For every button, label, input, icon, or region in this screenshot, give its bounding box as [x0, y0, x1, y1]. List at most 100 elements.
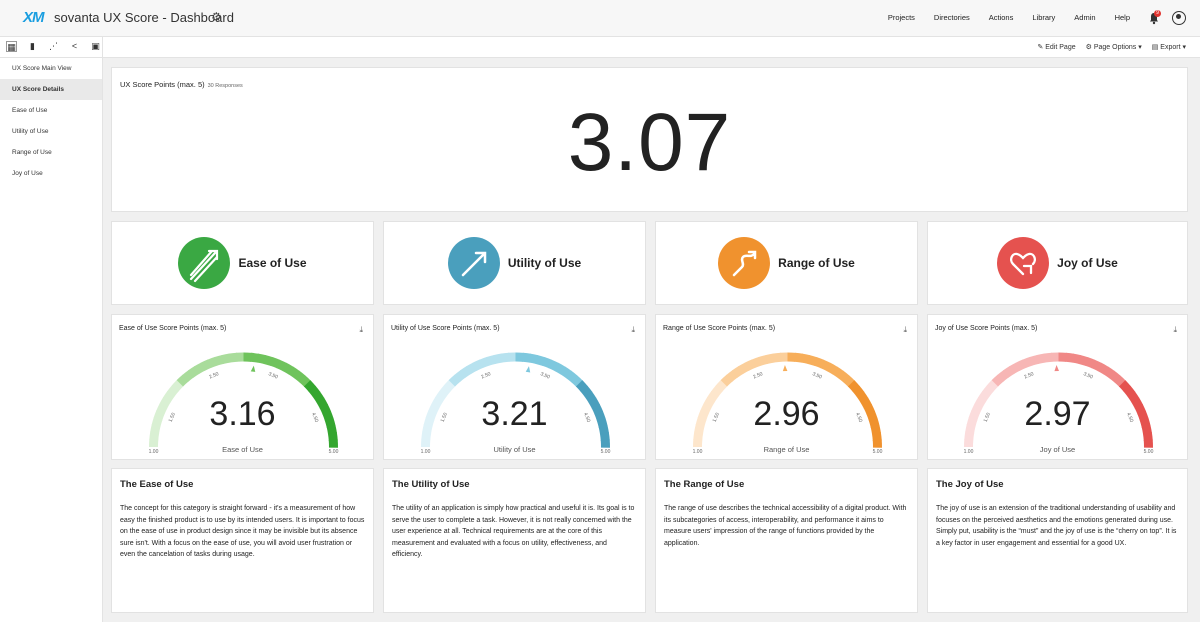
gauge-label: Ease of Use — [222, 445, 263, 454]
edit-page-button[interactable]: ✎ Edit Page — [1037, 43, 1075, 51]
gauge-tick-label: 3.50 — [267, 371, 278, 380]
app-logo[interactable]: XM — [23, 9, 44, 26]
gauge-arc-segment — [991, 374, 1004, 387]
share-icon[interactable]: < — [69, 41, 80, 52]
gauge-arc-segment — [167, 385, 179, 397]
gauge-chart: 1.001.502.50 3.504.505.00 — [421, 352, 611, 455]
edit-page-label: Edit Page — [1045, 44, 1076, 51]
divider — [102, 37, 103, 58]
arrow-up-right-icon — [447, 237, 500, 289]
gauge-arc-segment — [528, 353, 539, 365]
gauge-arc-segment — [221, 353, 231, 364]
description-title: The Utility of Use — [392, 479, 470, 490]
nav-directories[interactable]: Directories — [934, 13, 970, 22]
gauge-arc-segment — [837, 370, 850, 383]
category-card-ease: Ease of Use — [111, 221, 374, 305]
nav-projects[interactable]: Projects — [888, 13, 915, 22]
gauge-arc-segment — [439, 385, 451, 397]
gauge-arc-segment — [800, 353, 811, 365]
gauge-arc-segment — [1123, 385, 1136, 398]
gauge-arc-segment — [599, 432, 610, 442]
sidebar-item-main-view[interactable]: UX Score Main View — [0, 58, 102, 79]
dashboard-icon[interactable]: ▦ — [6, 41, 17, 52]
gauge-arc-segment — [832, 366, 844, 379]
gauge-arc-segment — [1097, 362, 1109, 375]
gauge-arc-segment — [1036, 353, 1046, 364]
description-body: The joy of use is an extension of the tr… — [936, 505, 1177, 547]
category-label: Joy of Use — [1057, 256, 1118, 270]
gauge-arc-segment — [288, 366, 300, 379]
gauge-arc-segment — [303, 380, 316, 393]
sidebar-item-utility-of-use[interactable]: Utility of Use — [0, 121, 102, 142]
gauge-arc-segment — [207, 356, 218, 369]
nav-library[interactable]: Library — [1032, 13, 1055, 22]
gauge-arc-segment — [813, 357, 825, 369]
gauge-arc-segment — [1029, 354, 1040, 366]
squiggle-arrow-icon — [718, 237, 771, 289]
gauge-arc-segment — [171, 379, 184, 392]
gauge-arc-segment — [459, 366, 472, 378]
gauge-arc-segment — [820, 359, 832, 372]
gauge-arc-segment — [842, 375, 855, 388]
gauge-tick-label: 3.50 — [811, 371, 822, 380]
bar-chart-icon[interactable]: ▮ — [27, 41, 38, 52]
page-options-button[interactable]: ⚙ Page Options ▾ — [1086, 43, 1142, 51]
gauge-arc-segment — [711, 385, 723, 397]
page-options-label: Page Options — [1093, 44, 1137, 51]
nav-admin[interactable]: Admin — [1074, 13, 1095, 22]
gauge-tick-label: 2.50 — [1023, 371, 1034, 380]
gauge-arc-segment — [1071, 353, 1082, 365]
gauge-value: 2.96 — [753, 395, 820, 433]
embed-icon[interactable]: ▣ — [90, 41, 101, 52]
description-title: The Range of Use — [664, 479, 745, 490]
gauge-arc-segment — [182, 370, 194, 383]
category-card-joy: Joy of Use — [927, 221, 1188, 305]
gauge-arc-segment — [794, 352, 804, 363]
gauge-pointer — [525, 366, 531, 373]
gauge-arc-segment — [1043, 352, 1053, 363]
gauge-arc-segment — [308, 385, 321, 398]
description-title: The Joy of Use — [936, 479, 1004, 490]
gauge-arc-segment — [548, 359, 560, 372]
gauge-arc-segment — [1113, 375, 1126, 388]
user-avatar-icon[interactable] — [1172, 11, 1186, 25]
summary-card: UX Score Points (max. 5) 30 Responses 3.0… — [111, 67, 1188, 212]
gauge-arc-segment — [486, 354, 497, 366]
description-body: The range of use describes the technical… — [664, 505, 907, 547]
gauge-label: Utility of Use — [493, 445, 536, 454]
gauge-card-utility: Utility of Use Score Points (max. 5) ⤓ 1… — [383, 314, 646, 460]
gauge-arc-segment — [744, 359, 756, 371]
page-title: sovanta UX Score - Dashboard — [54, 10, 234, 25]
nav-actions[interactable]: Actions — [989, 13, 1014, 22]
page-toolbar: ▦ ▮ ⋰ < ▣ ✎ Edit Page ⚙ Page Options ▾ ▤… — [0, 37, 1200, 58]
gauge-arc-segment — [1078, 355, 1089, 366]
description-card-range: The Range of Use The range of use descri… — [655, 468, 918, 613]
gauge-value: 3.16 — [209, 395, 276, 433]
gauge-arc-segment — [250, 352, 260, 363]
export-button[interactable]: ▤ Export ▾ — [1152, 43, 1186, 51]
responses-count: 30 Responses — [207, 83, 243, 89]
sidebar-item-ease-of-use[interactable]: Ease of Use — [0, 100, 102, 121]
gear-icon[interactable]: ⚙ — [211, 10, 222, 24]
gauge-arc-segment — [448, 374, 461, 387]
gauge-arc-segment — [580, 385, 593, 398]
gauge-label: Range of Use — [763, 445, 810, 454]
scatter-icon[interactable]: ⋰ — [48, 41, 59, 52]
gauge-label: Joy of Use — [1039, 445, 1076, 454]
sidebar-item-range-of-use[interactable]: Range of Use — [0, 142, 102, 163]
sidebar-item-score-details[interactable]: UX Score Details — [0, 79, 102, 100]
summary-title-text: UX Score Points (max. 5) — [120, 80, 205, 89]
view-switcher: ▦ ▮ ⋰ < ▣ — [6, 41, 101, 52]
gauge-arc-segment — [1108, 370, 1121, 383]
gauge-arc-segment — [560, 366, 572, 379]
description-card-joy: The Joy of Use The joy of use is an exte… — [927, 468, 1188, 613]
gauge-arc-segment — [570, 375, 583, 388]
sidebar-item-joy-of-use[interactable]: Joy of Use — [0, 163, 102, 184]
gauge-arc-segment — [256, 353, 267, 365]
gauge-tick-label: 3.50 — [539, 371, 550, 380]
gauge-arc-segment — [575, 380, 588, 393]
category-card-range: Range of Use — [655, 221, 918, 305]
category-label: Utility of Use — [507, 256, 582, 270]
nav-help[interactable]: Help — [1115, 13, 1130, 22]
gauge-arc-segment — [1118, 380, 1131, 393]
